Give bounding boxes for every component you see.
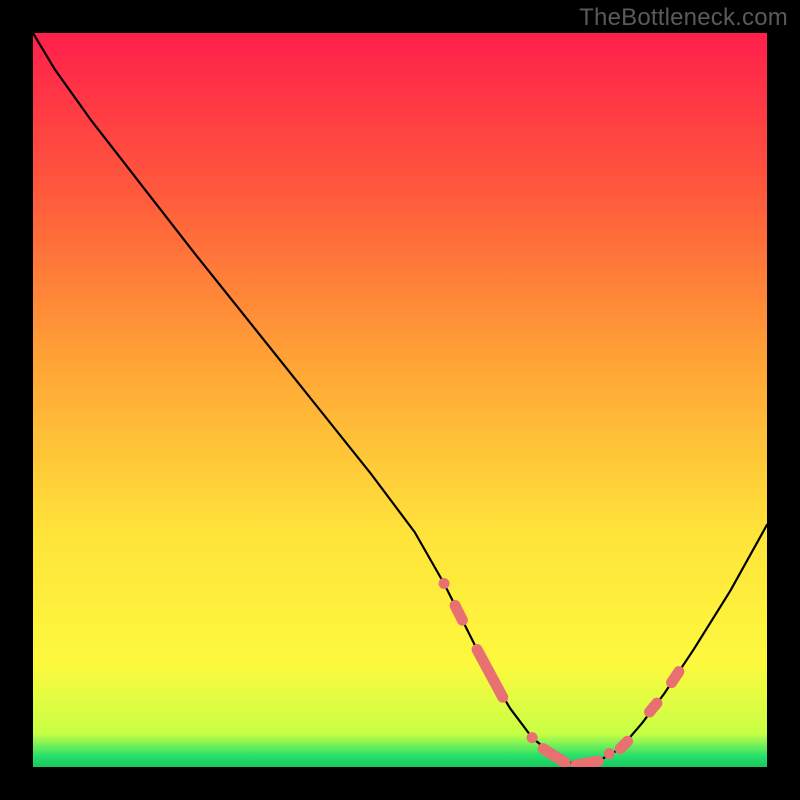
marker-segment [672, 672, 679, 683]
marker-dot [527, 732, 538, 743]
watermark-text: TheBottleneck.com [579, 4, 788, 32]
marker-dot [604, 748, 615, 759]
chart-frame: TheBottleneck.com [0, 0, 800, 800]
chart-background [33, 33, 767, 767]
marker-dot [439, 578, 450, 589]
marker-segment [620, 741, 627, 748]
marker-segment [576, 761, 598, 765]
bottleneck-chart [33, 33, 767, 767]
marker-segment [650, 703, 657, 712]
marker-segment [455, 606, 462, 621]
